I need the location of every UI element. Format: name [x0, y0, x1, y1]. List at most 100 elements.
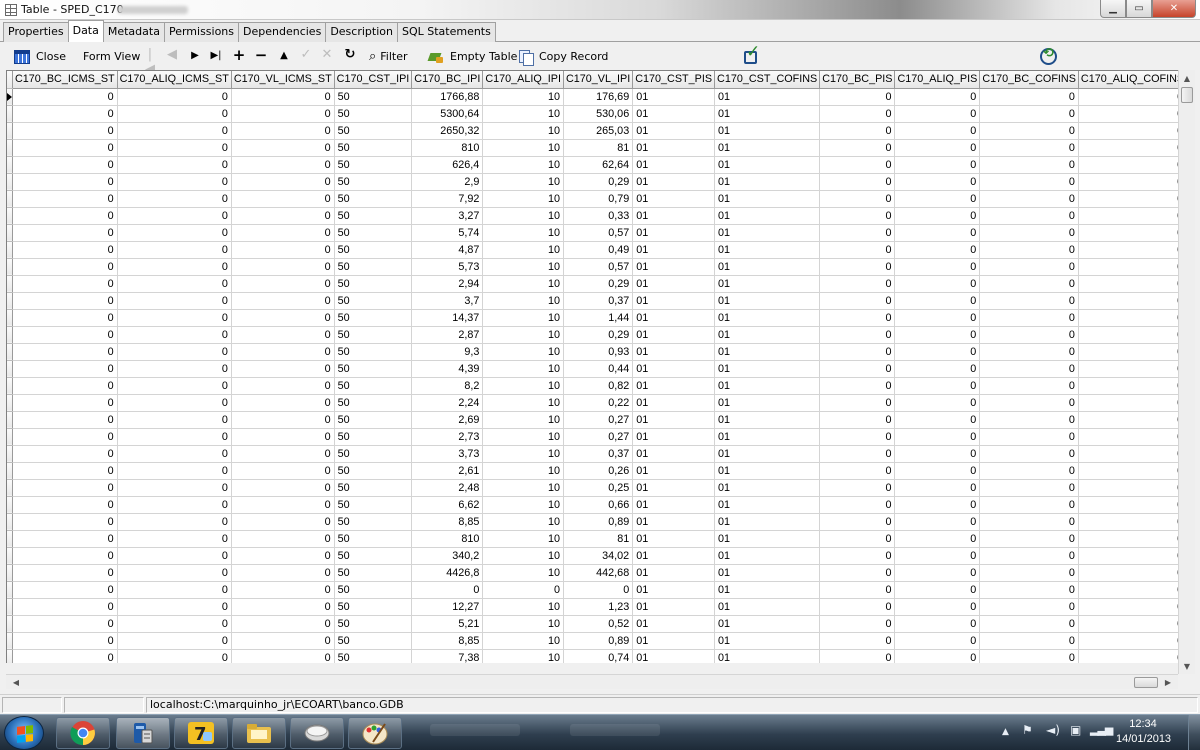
- table-cell[interactable]: 0: [979, 360, 1079, 378]
- table-cell[interactable]: 50: [334, 343, 413, 361]
- table-cell[interactable]: 0: [819, 581, 896, 599]
- table-cell[interactable]: 0: [231, 394, 335, 412]
- table-cell[interactable]: 0: [819, 649, 896, 663]
- table-cell[interactable]: 10: [482, 207, 564, 225]
- table-cell[interactable]: 50: [334, 207, 413, 225]
- table-cell[interactable]: 50: [334, 224, 413, 242]
- table-cell[interactable]: 0,29: [563, 275, 634, 293]
- column-header[interactable]: C170_ALIQ_ICMS_ST: [117, 71, 232, 89]
- table-cell[interactable]: 0: [1078, 411, 1178, 429]
- table-cell[interactable]: 01: [714, 173, 821, 191]
- table-cell[interactable]: 0: [117, 292, 232, 310]
- minimize-button[interactable]: ▁: [1100, 0, 1126, 18]
- table-cell[interactable]: 50: [334, 394, 413, 412]
- table-cell[interactable]: 50: [334, 190, 413, 208]
- table-cell[interactable]: 0,22: [563, 394, 634, 412]
- table-cell[interactable]: 0: [231, 581, 335, 599]
- table-cell[interactable]: 0: [894, 224, 981, 242]
- table-cell[interactable]: 0: [12, 581, 118, 599]
- table-row[interactable]: 000502650,3210265,03010100005101: [7, 122, 1178, 140]
- volume-icon[interactable]: ◄): [1046, 723, 1060, 737]
- table-cell[interactable]: 0: [231, 615, 335, 633]
- table-cell[interactable]: 01: [714, 292, 821, 310]
- table-cell[interactable]: 01: [632, 581, 716, 599]
- table-cell[interactable]: 01: [632, 360, 716, 378]
- tab-permissions[interactable]: Permissions: [163, 22, 240, 42]
- table-cell[interactable]: 0: [117, 496, 232, 514]
- table-cell[interactable]: 50: [334, 564, 413, 582]
- table-cell[interactable]: 0: [117, 598, 232, 616]
- table-cell[interactable]: 0: [819, 411, 896, 429]
- table-cell[interactable]: 50: [334, 479, 413, 497]
- table-cell[interactable]: 50: [334, 360, 413, 378]
- table-cell[interactable]: 0: [819, 462, 896, 480]
- table-cell[interactable]: 0: [117, 309, 232, 327]
- table-cell[interactable]: 50: [334, 156, 413, 174]
- table-cell[interactable]: 0: [231, 275, 335, 293]
- table-cell[interactable]: 50: [334, 649, 413, 663]
- table-cell[interactable]: 10: [482, 173, 564, 191]
- table-cell[interactable]: 10: [482, 122, 564, 140]
- table-cell[interactable]: 0: [1078, 496, 1178, 514]
- table-cell[interactable]: 0: [12, 615, 118, 633]
- table-cell[interactable]: 01: [714, 479, 821, 497]
- table-cell[interactable]: 0: [231, 156, 335, 174]
- table-cell[interactable]: 10: [482, 598, 564, 616]
- table-cell[interactable]: 0: [1078, 394, 1178, 412]
- table-cell[interactable]: 50: [334, 88, 413, 106]
- table-cell[interactable]: 01: [714, 615, 821, 633]
- table-cell[interactable]: 0: [979, 547, 1079, 565]
- table-cell[interactable]: 0: [231, 173, 335, 191]
- table-cell[interactable]: 0: [482, 581, 564, 599]
- table-cell[interactable]: 10: [482, 190, 564, 208]
- start-button[interactable]: [4, 716, 44, 750]
- table-cell[interactable]: 0: [894, 377, 981, 395]
- table-cell[interactable]: 0: [1078, 139, 1178, 157]
- table-cell[interactable]: 0: [894, 564, 981, 582]
- tab-metadata[interactable]: Metadata: [102, 22, 165, 42]
- table-cell[interactable]: 0: [117, 581, 232, 599]
- table-cell[interactable]: 0: [979, 462, 1079, 480]
- table-cell[interactable]: 50: [334, 581, 413, 599]
- table-cell[interactable]: 0: [894, 479, 981, 497]
- table-cell[interactable]: 0: [563, 581, 634, 599]
- table-cell[interactable]: 0: [894, 241, 981, 259]
- table-cell[interactable]: 10: [482, 615, 564, 633]
- table-cell[interactable]: 0: [1078, 462, 1178, 480]
- table-cell[interactable]: 0,33: [563, 207, 634, 225]
- table-cell[interactable]: 62,64: [563, 156, 634, 174]
- table-cell[interactable]: 0: [979, 411, 1079, 429]
- table-row[interactable]: 00050626,41062,64010100005101: [7, 156, 1178, 174]
- table-cell[interactable]: 50: [334, 292, 413, 310]
- table-cell[interactable]: 0: [117, 428, 232, 446]
- delete-record-icon[interactable]: −: [254, 46, 268, 64]
- table-cell[interactable]: 0: [894, 615, 981, 633]
- table-cell[interactable]: 10: [482, 224, 564, 242]
- horizontal-scrollbar[interactable]: ◀ ▶: [6, 674, 1178, 689]
- table-cell[interactable]: 01: [714, 411, 821, 429]
- table-cell[interactable]: 01: [714, 105, 821, 123]
- table-cell[interactable]: 0: [231, 462, 335, 480]
- table-cell[interactable]: 2,24: [411, 394, 484, 412]
- table-cell[interactable]: 0: [1078, 241, 1178, 259]
- table-cell[interactable]: 10: [482, 394, 564, 412]
- table-cell[interactable]: 0: [1078, 309, 1178, 327]
- table-cell[interactable]: 0: [12, 530, 118, 548]
- table-cell[interactable]: 0: [12, 275, 118, 293]
- table-cell[interactable]: 81: [563, 530, 634, 548]
- table-cell[interactable]: 0: [231, 309, 335, 327]
- column-header[interactable]: C170_BC_ICMS_ST: [12, 71, 118, 89]
- scroll-up-arrow-icon[interactable]: ▲: [1179, 70, 1195, 86]
- table-cell[interactable]: 0: [819, 615, 896, 633]
- table-row[interactable]: 000508101081010100005101: [7, 139, 1178, 157]
- table-cell[interactable]: 3,7: [411, 292, 484, 310]
- last-record-icon[interactable]: ▶|: [209, 50, 223, 61]
- table-cell[interactable]: 10: [482, 275, 564, 293]
- table-cell[interactable]: 01: [632, 649, 716, 663]
- scroll-right-arrow-icon[interactable]: ▶: [1160, 675, 1176, 689]
- table-cell[interactable]: 0: [979, 564, 1079, 582]
- table-cell[interactable]: 0: [231, 530, 335, 548]
- table-row[interactable]: 000505,73100,57010100005101: [7, 258, 1178, 276]
- table-cell[interactable]: 01: [632, 343, 716, 361]
- table-cell[interactable]: 0: [979, 156, 1079, 174]
